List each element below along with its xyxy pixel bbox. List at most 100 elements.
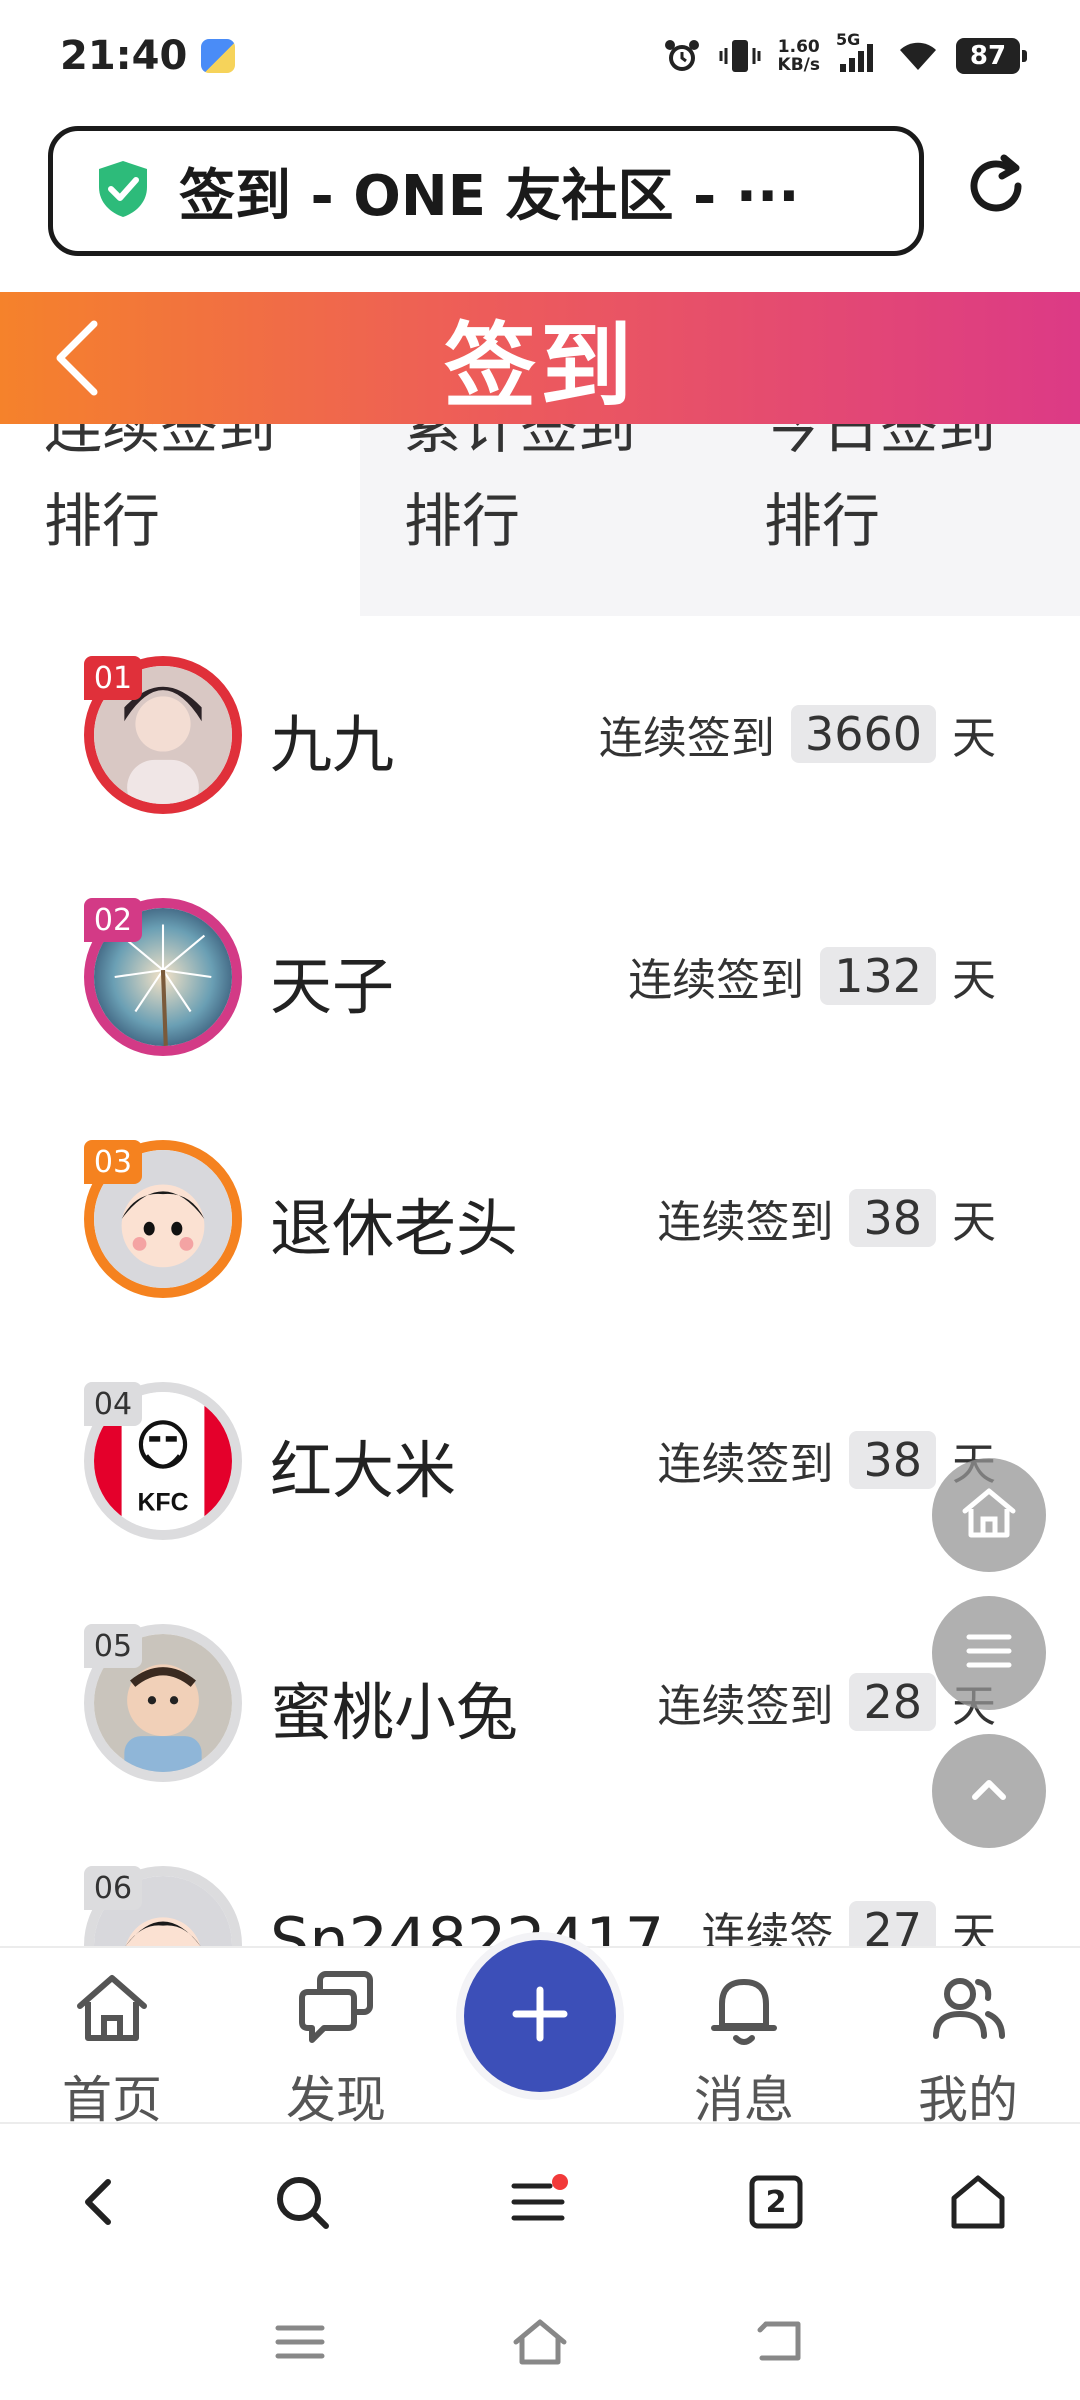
rank-badge: 04 — [84, 1382, 142, 1426]
back-arrow-icon[interactable] — [44, 318, 114, 398]
streak-label: 连续签到 — [628, 955, 805, 1006]
streak-unit: 天 — [952, 955, 996, 1006]
tab-consecutive-line1: 连续签到 — [44, 424, 277, 461]
streak-label: 连续签 — [701, 1909, 834, 1946]
tab-today-line1: 今日签到 — [764, 424, 997, 461]
bottom-nav: 首页 发现 消息 我的 — [0, 1940, 1080, 2129]
ranking-list: 01 九九 连续签到 3660 天 02 天子 连续签到 132 天 03 退休… — [0, 616, 1080, 1946]
tab-cumulative-line1: 累计签到 — [404, 424, 637, 461]
username[interactable]: 退休老头 — [270, 1178, 518, 1268]
streak-unit: 天 — [952, 1909, 996, 1946]
status-bar: 21:40 1.60 KB/s 5G 87 — [0, 0, 1080, 112]
rank-badge: 06 — [84, 1866, 142, 1910]
chat-bubbles-icon — [294, 1971, 378, 2054]
streak-info: 连续签到 3660 天 — [599, 702, 996, 766]
nav-mine-label: 我的 — [918, 2071, 1018, 2129]
list-item[interactable]: 05 蜜桃小兔 连续签到 28 天 — [0, 1584, 1080, 1782]
nav-messages[interactable]: 消息 — [664, 1966, 824, 2132]
scroll-to-top-button[interactable] — [932, 1734, 1046, 1848]
vibrate-icon — [718, 36, 762, 76]
users-icon — [926, 1978, 1010, 2054]
net-speed: 1.60 KB/s — [778, 38, 820, 74]
streak-days: 3660 — [790, 705, 936, 763]
tab-cumulative[interactable]: 累计签到 排行 — [360, 424, 720, 616]
menu-icon — [957, 1619, 1021, 1687]
browser-menu-icon[interactable] — [506, 2170, 570, 2234]
streak-unit: 天 — [952, 713, 996, 764]
streak-days: 38 — [849, 1189, 936, 1247]
username[interactable]: Sn24822417 — [270, 1904, 664, 1946]
streak-days: 28 — [849, 1673, 936, 1731]
rank-badge: 02 — [84, 898, 142, 942]
plus-icon — [508, 1982, 572, 2050]
streak-label: 连续签到 — [598, 713, 775, 764]
status-time: 21:40 — [60, 33, 188, 79]
nav-discover-label: 发现 — [286, 2071, 386, 2129]
chevron-up-icon — [957, 1757, 1021, 1825]
browser-back-icon[interactable] — [68, 2170, 132, 2234]
tab-consecutive-line2: 排行 — [44, 487, 161, 555]
username[interactable]: 天子 — [270, 936, 394, 1026]
cellular-signal-icon: 5G — [836, 30, 880, 76]
network-type: 5G — [836, 30, 861, 49]
tabs-count-icon[interactable]: 2 — [744, 2170, 808, 2234]
app-notification-icon — [201, 39, 236, 73]
wifi-icon — [896, 36, 940, 76]
float-home-button[interactable] — [932, 1458, 1046, 1572]
tab-cumulative-line2: 排行 — [404, 487, 521, 555]
list-item[interactable]: 03 退休老头 连续签到 38 天 — [0, 1100, 1080, 1298]
nav-home-label: 首页 — [62, 2071, 162, 2129]
streak-label: 连续签到 — [657, 1439, 834, 1490]
streak-days: 132 — [820, 947, 936, 1005]
nav-mine[interactable]: 我的 — [888, 1966, 1048, 2132]
streak-days: 27 — [849, 1901, 936, 1946]
list-item[interactable]: 06 Sn24822417 连续签 27 天 — [0, 1826, 1080, 1946]
ranking-tabs: 连续签到 排行 累计签到 排行 今日签到 排行 — [0, 424, 1080, 616]
tab-today-line2: 排行 — [764, 487, 881, 555]
list-item[interactable]: KFC 04 红大米 连续签到 38 天 — [0, 1342, 1080, 1540]
svg-text:KFC: KFC — [137, 1490, 188, 1517]
system-nav-bar — [0, 2286, 1080, 2400]
reload-icon[interactable] — [960, 150, 1032, 222]
nav-messages-label: 消息 — [694, 2071, 794, 2129]
battery-indicator: 87 — [956, 38, 1027, 74]
rank-badge: 05 — [84, 1624, 142, 1668]
home-icon — [957, 1481, 1021, 1549]
page-title: 签到 — [443, 312, 636, 420]
list-item[interactable]: 02 天子 连续签到 132 天 — [0, 858, 1080, 1056]
list-item[interactable]: 01 九九 连续签到 3660 天 — [0, 616, 1080, 814]
username[interactable]: 红大米 — [270, 1420, 456, 1510]
streak-info: 连续签到 132 天 — [628, 944, 996, 1008]
streak-unit: 天 — [952, 1197, 996, 1248]
recent-apps-icon[interactable] — [268, 2310, 332, 2374]
rank-badge: 03 — [84, 1140, 142, 1184]
browser-toolbar: 2 — [0, 2126, 1080, 2276]
system-back-icon[interactable] — [748, 2310, 812, 2374]
float-menu-button[interactable] — [932, 1596, 1046, 1710]
page-title-in-address-bar: 签到 - ONE 友社区 - ··· — [179, 163, 800, 229]
streak-days: 38 — [849, 1431, 936, 1489]
system-home-icon[interactable] — [508, 2310, 572, 2374]
net-speed-unit: KB/s — [777, 55, 820, 75]
status-icons: 1.60 KB/s 5G 87 — [662, 30, 1027, 76]
streak-info: 连续签 27 天 — [701, 1898, 996, 1946]
net-speed-value: 1.60 — [777, 37, 820, 57]
rank-badge: 01 — [84, 656, 142, 700]
streak-label: 连续签到 — [657, 1197, 834, 1248]
tab-count: 2 — [765, 2184, 787, 2220]
username[interactable]: 蜜桃小兔 — [270, 1662, 518, 1752]
username[interactable]: 九九 — [270, 694, 394, 784]
tab-consecutive[interactable]: 连续签到 排行 — [0, 424, 360, 616]
home-icon — [70, 1975, 154, 2054]
secure-shield-icon — [95, 159, 151, 223]
nav-discover[interactable]: 发现 — [256, 1966, 416, 2132]
address-bar[interactable]: 签到 - ONE 友社区 - ··· — [48, 126, 924, 256]
create-post-button[interactable] — [464, 1940, 616, 2092]
page-header: 签到 — [0, 292, 1080, 424]
browser-home-icon[interactable] — [946, 2170, 1010, 2234]
bell-icon — [702, 1979, 786, 2054]
nav-home[interactable]: 首页 — [32, 1966, 192, 2132]
alarm-icon — [662, 36, 702, 76]
search-icon[interactable] — [270, 2170, 334, 2234]
tab-today[interactable]: 今日签到 排行 — [720, 424, 1080, 616]
